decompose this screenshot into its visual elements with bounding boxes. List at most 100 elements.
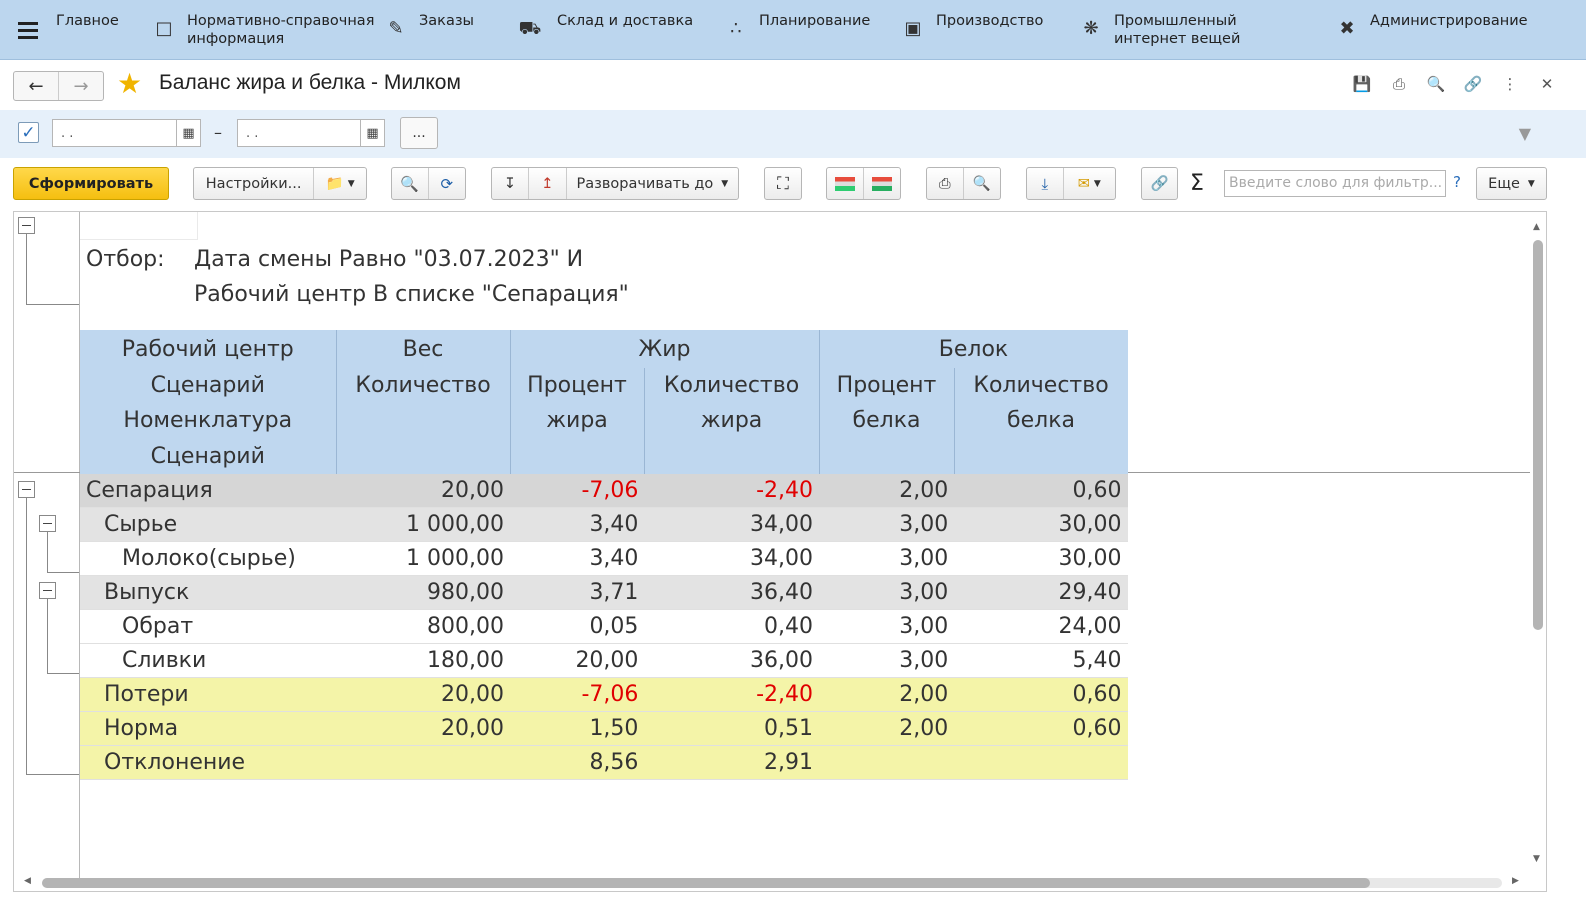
scroll-left-icon[interactable]: ◀ <box>24 876 31 886</box>
tree-line <box>26 234 27 304</box>
period-select-button[interactable]: ... <box>400 117 438 149</box>
expand-list-icon: ↧ <box>503 175 516 192</box>
send-email-dropdown[interactable]: ✉ ▼ <box>1064 168 1115 199</box>
preview-icon[interactable]: 🔍 <box>1427 75 1446 93</box>
nav-reference[interactable]: □ Нормативно-справочная информация <box>151 0 383 60</box>
table-row[interactable]: Норма 20,00 1,50 0,51 2,00 0,60 <box>80 711 1128 747</box>
nav-orders[interactable]: ✎ Заказы <box>383 0 513 60</box>
calendar-icon[interactable]: ▦ <box>361 119 385 147</box>
settings-button[interactable]: Настройки... <box>194 168 315 199</box>
nav-warehouse[interactable]: ⛟ Склад и доставка <box>513 0 723 60</box>
fullscreen-button[interactable]: ⛶ <box>764 167 802 200</box>
save-icon[interactable]: 💾 <box>1353 75 1372 93</box>
sum-icon[interactable]: Σ <box>1190 171 1204 196</box>
table-row[interactable]: Выпуск 980,00 3,71 36,40 3,00 29,40 <box>80 575 1128 611</box>
nav-production[interactable]: ▣ Производство <box>900 0 1078 60</box>
more-vertical-icon[interactable]: ⋮ <box>1501 75 1519 93</box>
table-row[interactable]: Сепарация 20,00 -7,06 -2,40 2,00 0,60 <box>80 474 1128 509</box>
help-icon[interactable]: ? <box>1453 173 1461 191</box>
print-button[interactable]: ⎙ <box>927 168 964 199</box>
collapse-group-icon[interactable] <box>39 515 56 532</box>
back-arrow-icon[interactable]: ← <box>14 72 59 100</box>
header-fat: Жир Процент жира Количество жира <box>510 330 820 474</box>
collapse-group-icon[interactable] <box>18 481 35 498</box>
vertical-scrollbar[interactable]: ▲ ▼ <box>1528 212 1546 880</box>
period-filter-row: ✓ . . ▦ – . . ▦ ... ▼ <box>0 110 1586 158</box>
scroll-thumb[interactable] <box>42 878 1370 888</box>
color-scheme-1-button[interactable] <box>827 168 864 199</box>
expand-all-button[interactable]: ↧ <box>492 168 529 199</box>
scroll-down-icon[interactable]: ▼ <box>1533 854 1540 864</box>
color-scheme-2-button[interactable] <box>864 168 901 199</box>
filter-line-1: Дата смены Равно "03.07.2023" И <box>194 247 584 272</box>
scroll-right-icon[interactable]: ▶ <box>1512 876 1519 886</box>
collapse-all-button[interactable]: ↥ <box>529 168 567 199</box>
main-nav: Главное □ Нормативно-справочная информац… <box>0 0 1586 60</box>
window-actions: 💾 ⎙ 🔍 🔗 ⋮ ✕ <box>1353 75 1556 93</box>
table-row[interactable]: Обрат 800,00 0,05 0,40 3,00 24,00 <box>80 609 1128 645</box>
nav-main[interactable]: Главное <box>56 0 151 60</box>
table-row[interactable]: Молоко(сырье) 1 000,00 3,40 34,00 3,00 3… <box>80 541 1128 577</box>
report-spreadsheet[interactable]: Отбор: Дата смены Равно "03.07.2023" И Р… <box>13 211 1547 892</box>
header-fat-qty: Количество жира <box>663 372 800 434</box>
table-row[interactable]: Потери 20,00 -7,06 -2,40 2,00 0,60 <box>80 677 1128 713</box>
expand-to-dropdown[interactable]: Разворачивать до ▼ <box>567 168 738 199</box>
filter-funnel-icon[interactable]: ▼ <box>1519 124 1531 143</box>
collapse-header-icon[interactable] <box>18 217 35 234</box>
horizontal-scrollbar[interactable]: ◀ ▶ <box>14 875 1546 891</box>
grouping-group: ↧ ↥ Разворачивать до ▼ <box>491 167 739 200</box>
nav-iot[interactable]: ❋ Промышленный интернет вещей <box>1078 0 1334 60</box>
appearance-group <box>826 167 901 200</box>
print-icon[interactable]: ⎙ <box>1390 75 1408 93</box>
date-from-input[interactable]: . . <box>52 119 177 147</box>
period-checkbox[interactable]: ✓ <box>18 122 39 143</box>
date-to-input[interactable]: . . <box>237 119 361 147</box>
collapse-group-icon[interactable] <box>39 582 56 599</box>
fullscreen-icon: ⛶ <box>777 173 789 194</box>
header-protein-pct: Процент белка <box>820 367 955 474</box>
forward-arrow-icon[interactable]: → <box>59 72 103 100</box>
link-icon[interactable]: 🔗 <box>1464 75 1483 93</box>
top-cell <box>80 212 198 240</box>
orders-icon: ✎ <box>388 18 404 39</box>
export-group: ⤓ ✉ ▼ <box>1026 167 1116 200</box>
tree-line <box>47 599 48 673</box>
variants-dropdown[interactable]: 📁 ▼ <box>314 168 366 199</box>
preview-icon: 🔍 <box>972 176 991 192</box>
more-button[interactable]: Еще ▼ <box>1476 167 1547 200</box>
save-to-file-button[interactable]: ⤓ <box>1027 168 1064 199</box>
chevron-down-icon: ▼ <box>721 178 729 189</box>
find-next-button[interactable]: ⟳ <box>429 168 466 199</box>
close-icon[interactable]: ✕ <box>1538 75 1556 93</box>
filter-line-2: Рабочий центр В списке "Сепарация" <box>194 282 629 307</box>
scroll-thumb[interactable] <box>1533 240 1543 630</box>
nav-admin[interactable]: ✖ Администрирование <box>1334 0 1584 60</box>
stripes-icon <box>871 176 892 191</box>
favorite-star-icon[interactable]: ★ <box>117 69 142 99</box>
link-icon: 🔗 <box>1150 176 1169 192</box>
header-dimensions: Рабочий центр Сценарий Номенклатура Сцен… <box>80 330 337 474</box>
search-icon: 🔍 <box>400 174 420 193</box>
table-row[interactable]: Отклонение 8,56 2,91 <box>80 745 1128 781</box>
factory-icon: ▣ <box>904 18 922 39</box>
tree-line <box>26 774 79 775</box>
chevron-down-icon: ▼ <box>1093 178 1101 189</box>
generate-button[interactable]: Сформировать <box>13 167 169 200</box>
folder-icon: 📁 <box>325 176 344 192</box>
nav-planning[interactable]: ∴ Планирование <box>723 0 900 60</box>
find-button[interactable]: 🔍 <box>392 168 429 199</box>
settings-group: Настройки... 📁 ▼ <box>193 167 367 200</box>
scroll-up-icon[interactable]: ▲ <box>1533 222 1540 232</box>
truck-icon: ⛟ <box>518 18 542 39</box>
print-preview-button[interactable]: 🔍 <box>964 168 1001 199</box>
report-table: Рабочий центр Сценарий Номенклатура Сцен… <box>80 330 1128 781</box>
tree-line <box>26 498 27 774</box>
calendar-icon[interactable]: ▦ <box>177 119 201 147</box>
reference-book-icon: □ <box>155 18 173 39</box>
table-row[interactable]: Сливки 180,00 20,00 36,00 3,00 5,40 <box>80 643 1128 679</box>
iot-icon: ❋ <box>1083 18 1099 39</box>
menu-icon[interactable] <box>0 0 56 60</box>
copy-link-button[interactable]: 🔗 <box>1141 167 1178 200</box>
table-row[interactable]: Сырье 1 000,00 3,40 34,00 3,00 30,00 <box>80 507 1128 543</box>
search-input[interactable]: Введите слово для фильтр... <box>1224 170 1446 197</box>
